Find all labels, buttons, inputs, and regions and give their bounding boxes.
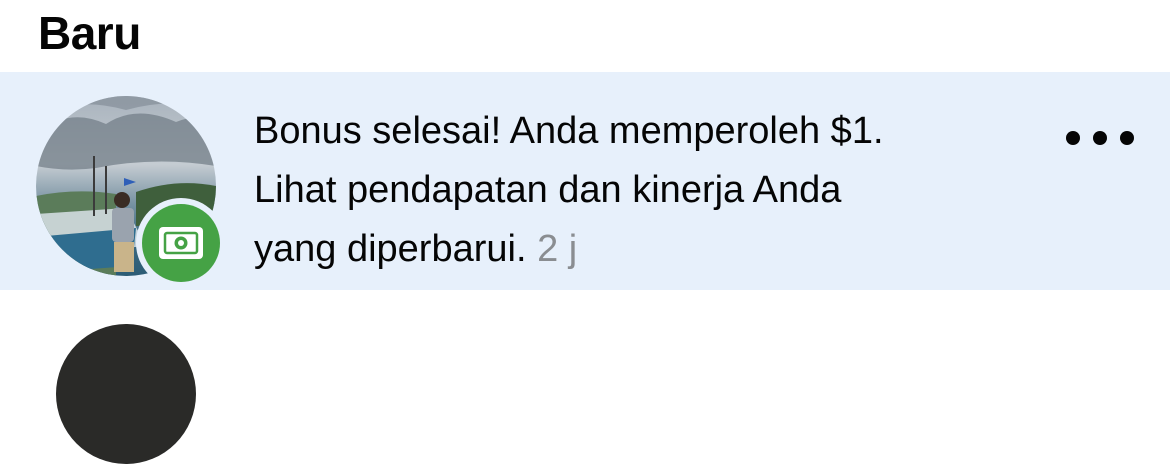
next-notification-avatar[interactable] [56, 324, 196, 464]
money-icon [142, 204, 220, 282]
notification-line-1: Bonus selesai! Anda memperoleh $1. [254, 110, 884, 152]
notification-line-3-text: yang diperbarui. [254, 228, 527, 270]
more-dot [1120, 131, 1134, 145]
more-dot [1093, 131, 1107, 145]
notification-time: 2 j [537, 228, 578, 270]
section-title: Baru [38, 7, 141, 59]
notification-text[interactable]: Bonus selesai! Anda memperoleh $1. Lihat… [254, 102, 1044, 279]
more-dot [1066, 131, 1080, 145]
notification-line-3: yang diperbarui. 2 j [254, 220, 1044, 279]
badge [136, 198, 226, 288]
notification-line-2: Lihat pendapatan dan kinerja Anda [254, 169, 842, 211]
more-options-icon[interactable] [1062, 120, 1138, 156]
notification-item[interactable]: Bonus selesai! Anda memperoleh $1. Lihat… [0, 72, 1170, 290]
